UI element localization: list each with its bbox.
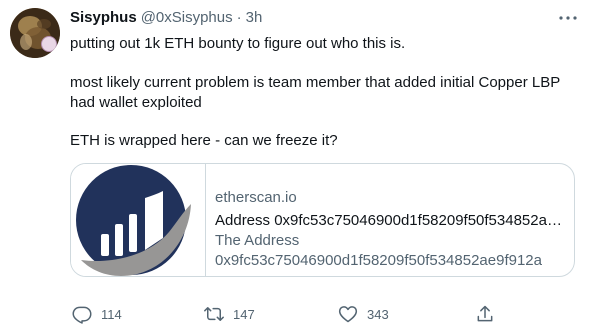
card-thumbnail bbox=[71, 164, 206, 276]
share-icon bbox=[477, 305, 493, 322]
reply-button[interactable]: 114 bbox=[72, 302, 122, 326]
reply-count: 114 bbox=[101, 306, 122, 322]
reply-icon bbox=[72, 306, 92, 324]
like-button[interactable]: 343 bbox=[338, 302, 389, 326]
like-icon bbox=[338, 306, 358, 323]
retweet-icon bbox=[204, 307, 224, 321]
tweet-timestamp[interactable]: 3h bbox=[246, 9, 263, 26]
tweet[interactable]: Sisyphus @0xSisyphus · 3h putting out 1k ET… bbox=[0, 0, 592, 336]
retweet-count: 147 bbox=[233, 306, 255, 322]
card-title: Address 0x9fc53c75046900d1f58209f50f5348… bbox=[215, 212, 565, 229]
card-description-line-2: 0x9fc53c75046900d1f58209f50f534852ae9f91… bbox=[215, 252, 542, 269]
card-description-line-1: The Address bbox=[215, 232, 300, 249]
more-options-button[interactable] bbox=[556, 6, 580, 30]
card-text: etherscan.io Address 0x9fc53c75046900d1f… bbox=[215, 188, 565, 271]
card-domain: etherscan.io bbox=[215, 189, 297, 206]
author-handle[interactable]: @0xSisyphus bbox=[141, 9, 233, 26]
etherscan-logo-icon bbox=[76, 165, 191, 276]
link-preview-card[interactable]: etherscan.io Address 0x9fc53c75046900d1f… bbox=[70, 163, 575, 277]
tweet-paragraph-3: ETH is wrapped here - can we freeze it? bbox=[70, 132, 338, 149]
retweet-button[interactable]: 147 bbox=[204, 302, 255, 326]
avatar[interactable] bbox=[10, 8, 60, 58]
avatar-badge bbox=[41, 36, 57, 52]
tweet-actions: 114 147 343 bbox=[70, 302, 575, 326]
like-count: 343 bbox=[367, 306, 389, 322]
header-separator: · bbox=[236, 9, 242, 26]
tweet-header: Sisyphus @0xSisyphus · 3h bbox=[70, 9, 262, 27]
tweet-paragraph-2: most likely current problem is team memb… bbox=[70, 74, 560, 111]
share-button[interactable] bbox=[475, 302, 495, 326]
tweet-paragraph-1: putting out 1k ETH bounty to figure out … bbox=[70, 35, 406, 52]
more-icon bbox=[559, 16, 577, 20]
author-name[interactable]: Sisyphus bbox=[70, 9, 137, 26]
